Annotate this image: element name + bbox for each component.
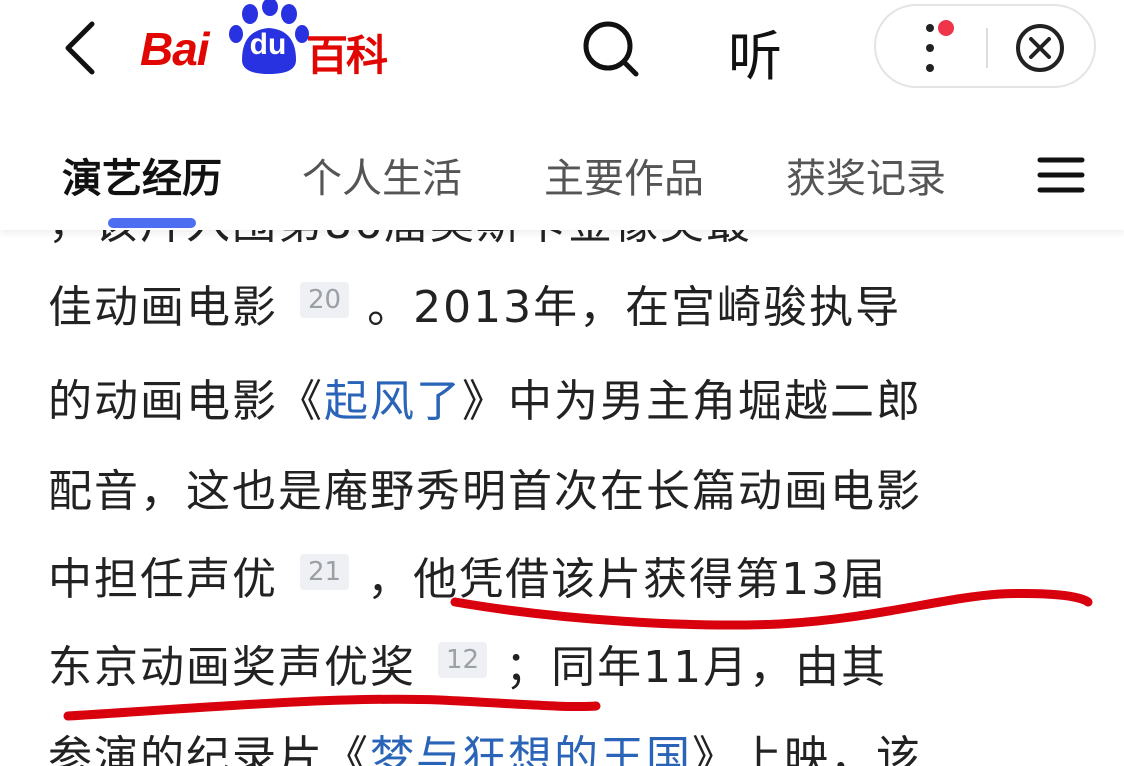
top-bar: Bai du 百科 听 xyxy=(0,0,1124,110)
article-line: 配音，这也是庵野秀明首次在长篇动画电影 xyxy=(48,452,922,532)
article-text: ；同年11月，由其 xyxy=(505,642,888,693)
more-dots-icon[interactable] xyxy=(916,20,956,76)
article-text: 中担任声优 xyxy=(48,554,278,605)
search-icon[interactable] xyxy=(576,14,646,84)
close-circle-icon[interactable] xyxy=(1012,20,1068,76)
article-text: 的动画电影《 xyxy=(48,376,324,427)
tab-main-works[interactable]: 主要作品 xyxy=(544,146,704,204)
menu-icon[interactable] xyxy=(1036,150,1086,200)
mini-program-capsule xyxy=(874,4,1096,88)
link-kaze-tachinu[interactable]: 起风了 xyxy=(324,376,462,427)
article-line: 中担任声优 21 ，他凭借该片获得第13届 xyxy=(48,540,887,620)
article-text: 。2013年，在宫崎骏执导 xyxy=(367,282,902,333)
article-text: 》上映，该 xyxy=(692,732,922,766)
active-tab-indicator xyxy=(108,218,196,228)
reference-badge[interactable]: 20 xyxy=(300,282,350,318)
logo-text-bai: Bai xyxy=(140,23,210,75)
article-line: 的动画电影《起风了》中为男主角堀越二郎 xyxy=(48,362,922,442)
capsule-divider xyxy=(986,28,988,68)
reference-badge[interactable]: 21 xyxy=(300,554,350,590)
article-text: 配音，这也是庵野秀明首次在长篇动画电影 xyxy=(48,466,922,517)
tab-awards[interactable]: 获奖记录 xyxy=(786,146,946,204)
article-line: 东京动画奖声优奖 12 ；同年11月，由其 xyxy=(48,628,887,708)
link-documentary[interactable]: 梦与狂想的王国 xyxy=(370,732,692,766)
back-arrow-icon[interactable] xyxy=(52,18,112,78)
article-text: 参演的纪录片《 xyxy=(48,732,370,766)
section-tabs: 演艺经历 个人生活 主要作品 获奖记录 xyxy=(0,120,1124,230)
article-body: ，该片入围第86届奥斯卡金像奖最 佳动画电影20。2013年，在宫崎骏执导 的动… xyxy=(0,196,1124,766)
tab-personal-life[interactable]: 个人生活 xyxy=(302,146,462,204)
logo-text-baike: 百科 xyxy=(306,31,388,80)
article-line: 佳动画电影 20 。2013年，在宫崎骏执导 xyxy=(48,268,901,348)
article-text: 佳动画电影 xyxy=(48,282,278,333)
baidu-baike-logo[interactable]: Bai du 百科 xyxy=(136,0,396,80)
article-line: 参演的纪录片《梦与狂想的王国》上映，该 xyxy=(48,718,922,766)
reference-badge[interactable]: 12 xyxy=(438,642,488,678)
listen-button[interactable]: 听 xyxy=(728,12,782,91)
logo-text-du: du xyxy=(249,28,287,61)
tab-career[interactable]: 演艺经历 xyxy=(62,146,222,204)
article-text: ，他凭借该片获得第13届 xyxy=(367,554,888,605)
article-text: 东京动画奖声优奖 xyxy=(48,642,416,693)
article-text: 》中为男主角堀越二郎 xyxy=(462,376,922,427)
